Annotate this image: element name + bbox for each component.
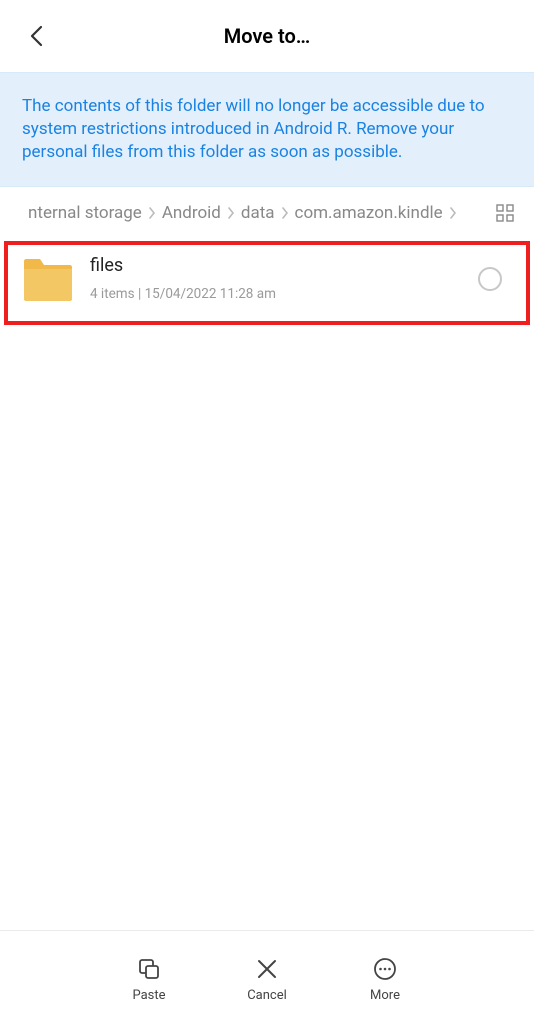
warning-banner: The contents of this folder will no long… [0, 72, 534, 187]
close-icon [254, 956, 280, 982]
chevron-right-icon [449, 207, 457, 219]
folder-meta: 4 items | 15/04/2022 11:28 am [90, 286, 462, 302]
chevron-left-icon [29, 25, 43, 47]
breadcrumb: nternal storage Android data com.amazon.… [0, 187, 534, 239]
grid-icon [496, 204, 514, 222]
breadcrumb-item[interactable]: data [241, 203, 275, 223]
back-button[interactable] [20, 20, 52, 52]
paste-label: Paste [132, 988, 165, 1003]
chevron-right-icon [148, 207, 156, 219]
cancel-button[interactable]: Cancel [237, 956, 297, 1003]
warning-text: The contents of this folder will no long… [22, 95, 512, 164]
folder-name: files [90, 255, 462, 276]
page-title: Move to… [224, 24, 311, 48]
select-radio[interactable] [478, 267, 502, 291]
grid-view-toggle[interactable] [494, 202, 516, 224]
paste-button[interactable]: Paste [119, 956, 179, 1003]
more-button[interactable]: More [355, 956, 415, 1003]
file-list: files 4 items | 15/04/2022 11:28 am [0, 239, 534, 930]
folder-info: files 4 items | 15/04/2022 11:28 am [90, 255, 462, 302]
breadcrumb-item[interactable]: nternal storage [28, 203, 142, 223]
more-icon [372, 956, 398, 982]
breadcrumb-item[interactable]: Android [162, 203, 221, 223]
chevron-right-icon [227, 207, 235, 219]
paste-icon [136, 956, 162, 982]
chevron-right-icon [281, 207, 289, 219]
breadcrumb-item[interactable]: com.amazon.kindle [295, 203, 443, 223]
more-label: More [370, 988, 400, 1003]
bottom-toolbar: Paste Cancel More [0, 930, 534, 1028]
cancel-label: Cancel [247, 988, 287, 1003]
folder-icon [22, 255, 74, 303]
list-item[interactable]: files 4 items | 15/04/2022 11:28 am [4, 241, 530, 325]
